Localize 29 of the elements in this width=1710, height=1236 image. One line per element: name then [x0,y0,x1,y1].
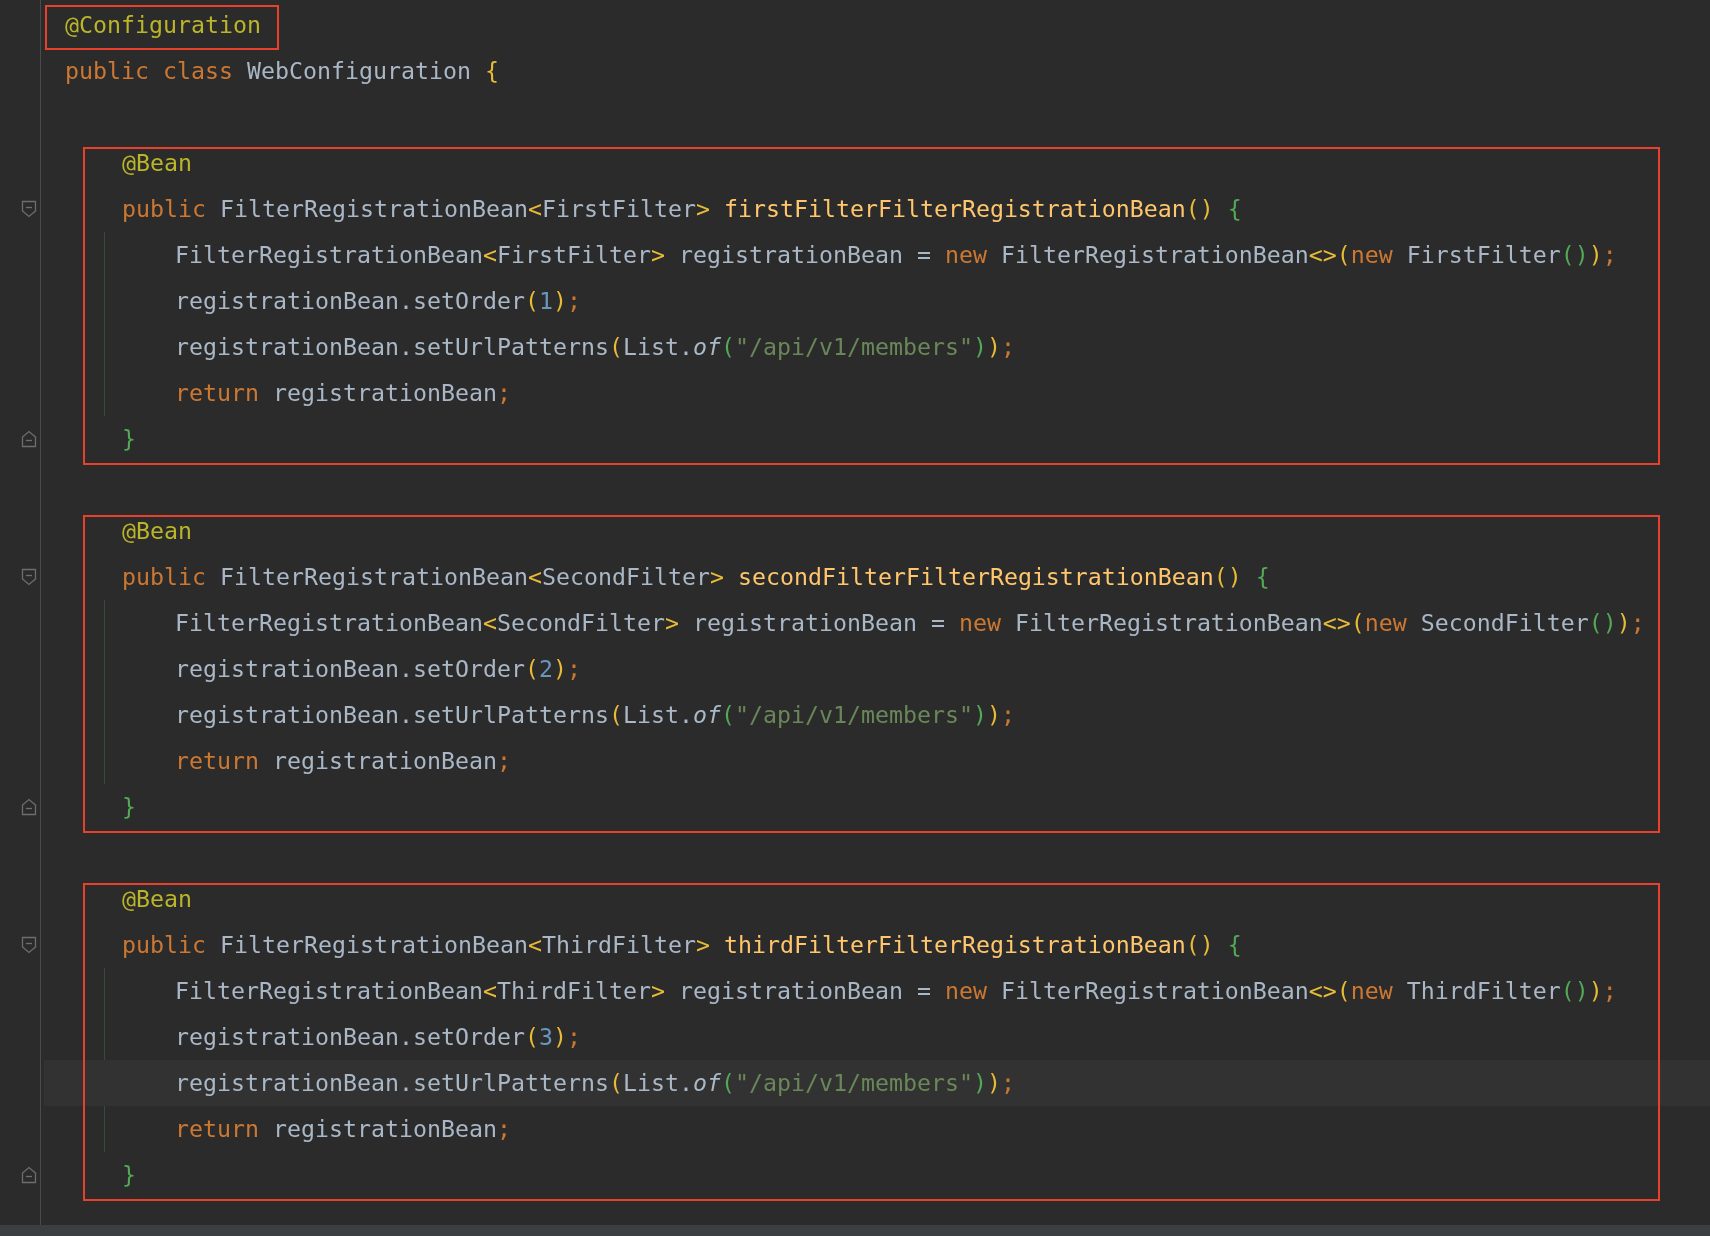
fold-marker-icon[interactable] [21,200,37,218]
code-line: return registrationBean; [175,746,511,776]
fold-marker-icon[interactable] [21,1166,37,1184]
fold-marker-icon[interactable] [21,430,37,448]
code-line: public FilterRegistrationBean<SecondFilter> secondFilterFilterRegistrationBean() { [122,562,1270,592]
code-line: } [122,1160,136,1190]
code-line: registrationBean.setUrlPatterns(List.of("/api/v1/members")); [175,700,1015,730]
code-line: return registrationBean; [175,378,511,408]
code-line: FilterRegistrationBean<FirstFilter> registrationBean = new FilterRegistrationBean<>(new FirstFilter()); [175,240,1617,270]
code-line: FilterRegistrationBean<ThirdFilter> registrationBean = new FilterRegistrationBean<>(new ThirdFilter()); [175,976,1617,1006]
code-line: public class WebConfiguration { [65,56,499,86]
code-line: registrationBean.setUrlPatterns(List.of("/api/v1/members")); [175,332,1015,362]
code-line: FilterRegistrationBean<SecondFilter> registrationBean = new FilterRegistrationBean<>(new SecondFilter()); [175,608,1645,638]
fold-marker-icon[interactable] [21,568,37,586]
code-line: @Bean [122,148,192,178]
code-line: } [122,792,136,822]
code-line: @Configuration [65,10,261,40]
code-line: @Bean [122,884,192,914]
code-line: public FilterRegistrationBean<ThirdFilter> thirdFilterFilterRegistrationBean() { [122,930,1242,960]
code-line: registrationBean.setUrlPatterns(List.of("/api/v1/members")); [175,1068,1015,1098]
fold-marker-icon[interactable] [21,798,37,816]
code-line: registrationBean.setOrder(3); [175,1022,581,1052]
fold-marker-icon[interactable] [21,936,37,954]
code-line: } [122,424,136,454]
code-line: public FilterRegistrationBean<FirstFilter> firstFilterFilterRegistrationBean() { [122,194,1242,224]
code-line: registrationBean.setOrder(2); [175,654,581,684]
code-line: return registrationBean; [175,1114,511,1144]
code-line: @Bean [122,516,192,546]
code-line: registrationBean.setOrder(1); [175,286,581,316]
